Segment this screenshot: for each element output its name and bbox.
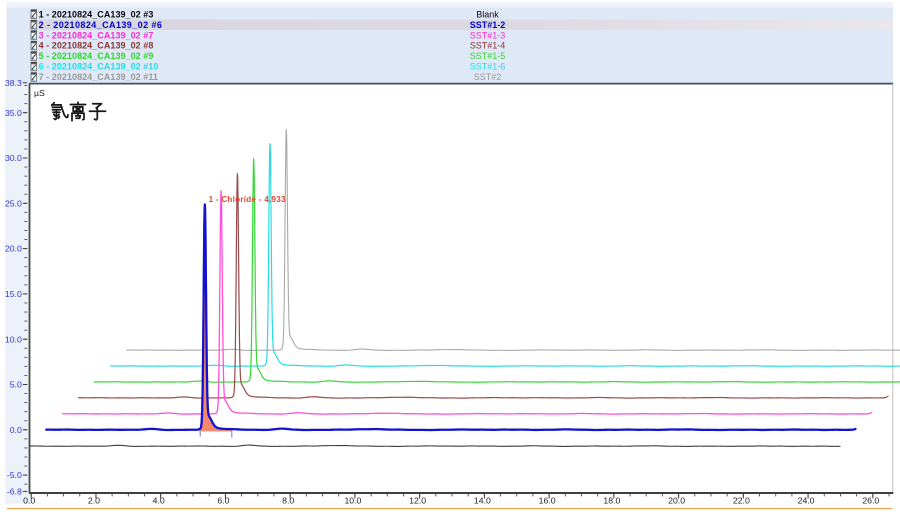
svg-text:4.0: 4.0 <box>153 496 165 506</box>
svg-text:SST#2: SST#2 <box>474 72 502 82</box>
svg-text:-5.0: -5.0 <box>7 470 22 480</box>
svg-text:5.0: 5.0 <box>10 380 22 390</box>
svg-text:SST#1-6: SST#1-6 <box>470 62 506 72</box>
svg-text:10.0: 10.0 <box>5 334 22 344</box>
svg-text:6.0: 6.0 <box>217 496 229 506</box>
svg-text:µS: µS <box>34 88 45 98</box>
svg-text:20.0: 20.0 <box>668 496 685 506</box>
svg-text:18.0: 18.0 <box>603 496 620 506</box>
svg-text:SST#1-3: SST#1-3 <box>470 30 506 40</box>
svg-text:26.0: 26.0 <box>862 496 879 506</box>
svg-text:SST#1-4: SST#1-4 <box>470 41 506 51</box>
svg-text:Blank: Blank <box>476 9 499 19</box>
svg-text:15.0: 15.0 <box>5 289 22 299</box>
svg-text:10.0: 10.0 <box>344 496 361 506</box>
svg-text:SST#1-5: SST#1-5 <box>470 51 506 61</box>
svg-text:2.0: 2.0 <box>88 496 100 506</box>
svg-text:2 - 20210824_CA139_02 #6: 2 - 20210824_CA139_02 #6 <box>39 20 163 30</box>
svg-text:38.3: 38.3 <box>5 78 22 88</box>
svg-text:4 - 20210824_CA139_02 #8: 4 - 20210824_CA139_02 #8 <box>39 41 154 51</box>
svg-text:12.0: 12.0 <box>409 496 426 506</box>
svg-text:0.0: 0.0 <box>10 425 22 435</box>
svg-text:25.0: 25.0 <box>5 198 22 208</box>
svg-text:1 - Chloride - 4.933: 1 - Chloride - 4.933 <box>209 195 286 204</box>
svg-text:20.0: 20.0 <box>5 244 22 254</box>
svg-text:5 - 20210824_CA139_02 #9: 5 - 20210824_CA139_02 #9 <box>39 51 154 61</box>
svg-text:-6.8: -6.8 <box>7 487 22 497</box>
svg-text:14.0: 14.0 <box>474 496 491 506</box>
svg-text:30.0: 30.0 <box>5 153 22 163</box>
svg-text:SST#1-2: SST#1-2 <box>470 20 506 30</box>
svg-text:6 - 20210824_CA139_02 #10: 6 - 20210824_CA139_02 #10 <box>39 62 159 72</box>
svg-text:22.0: 22.0 <box>733 496 750 506</box>
svg-text:24.0: 24.0 <box>798 496 815 506</box>
svg-text:3 - 20210824_CA139_02 #7: 3 - 20210824_CA139_02 #7 <box>39 30 154 40</box>
svg-text:0.0: 0.0 <box>23 496 35 506</box>
svg-text:8.0: 8.0 <box>282 496 294 506</box>
svg-text:1 - 20210824_CA139_02 #3: 1 - 20210824_CA139_02 #3 <box>39 9 154 19</box>
svg-text:16.0: 16.0 <box>539 496 556 506</box>
svg-text:35.0: 35.0 <box>5 108 22 118</box>
svg-text:7 - 20210824_CA139_02 #11: 7 - 20210824_CA139_02 #11 <box>39 72 158 82</box>
